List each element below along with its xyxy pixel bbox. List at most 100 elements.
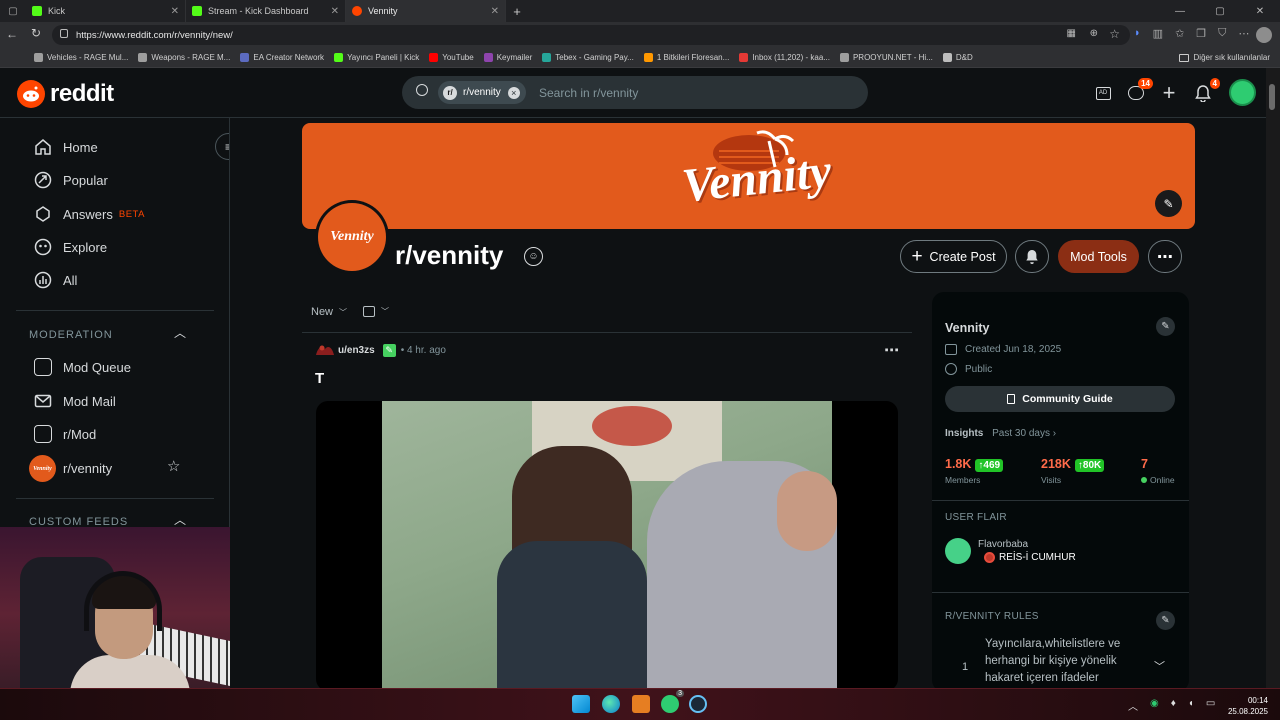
- bookmark-item[interactable]: Yayıncı Paneli | Kick: [334, 53, 419, 62]
- bookmark-item[interactable]: PROOYUN.NET - Hi...: [839, 53, 933, 62]
- mod-tools-label: Mod Tools: [1070, 249, 1127, 264]
- refresh-icon[interactable]: ↻: [31, 26, 41, 40]
- edit-rules-button[interactable]: ✎: [1156, 611, 1175, 630]
- moderation-section-title[interactable]: MODERATION: [29, 329, 113, 341]
- favorite-star-icon[interactable]: ☆: [167, 457, 180, 475]
- post-card[interactable]: u/en3zs ✎ • 4 hr. ago ⋯ T: [302, 335, 912, 691]
- chat-icon[interactable]: 14: [1124, 78, 1153, 105]
- shield-icon[interactable]: ⛉: [1218, 27, 1226, 40]
- bookmark-item[interactable]: Tebex - Gaming Pay...: [542, 53, 634, 62]
- tab-kick-dashboard[interactable]: Stream - Kick Dashboard ✕: [186, 0, 346, 22]
- network-icon[interactable]: ▭: [1206, 698, 1215, 713]
- sidebar-item-popular[interactable]: Popular: [34, 171, 108, 189]
- minimize-icon[interactable]: —: [1160, 6, 1200, 17]
- insights-row[interactable]: Insights Past 30 days ›: [945, 428, 1056, 439]
- collapse-sidebar-button[interactable]: ≡: [215, 133, 229, 160]
- search-placeholder[interactable]: Search in r/vennity: [539, 86, 638, 100]
- reddit-logo[interactable]: reddit: [17, 80, 114, 108]
- tray-app-icon[interactable]: ◉: [1150, 698, 1159, 713]
- author-name[interactable]: u/en3zs: [338, 345, 375, 356]
- favorite-star-icon[interactable]: ☆: [1109, 27, 1120, 41]
- sidebar-item-label: Answers: [63, 206, 113, 222]
- extension-icon[interactable]: ◗: [1134, 27, 1141, 40]
- advertise-icon[interactable]: AD: [1091, 81, 1115, 105]
- back-icon[interactable]: ←: [6, 27, 18, 41]
- bookmark-item[interactable]: Inbox (11,202) - kaa...: [739, 53, 830, 62]
- collections-icon[interactable]: ❐: [1196, 27, 1206, 40]
- volume-icon[interactable]: ◖: [1188, 698, 1194, 713]
- post-video-player[interactable]: [316, 401, 898, 691]
- tab-kick[interactable]: Kick ✕: [26, 0, 186, 22]
- bookmark-item[interactable]: EA Creator Network: [240, 53, 324, 62]
- tab-vennity[interactable]: Vennity ✕: [346, 0, 506, 22]
- close-tab-icon[interactable]: ✕: [171, 6, 179, 17]
- author-avatar[interactable]: [315, 343, 334, 357]
- chevron-up-icon[interactable]: ︿: [174, 324, 186, 341]
- page-scrollbar[interactable]: [1266, 68, 1280, 688]
- close-tab-icon[interactable]: ✕: [491, 6, 499, 17]
- tray-chevron-up-icon[interactable]: ︿: [1128, 698, 1138, 713]
- add-flair-icon[interactable]: ☺: [524, 247, 543, 266]
- post-title[interactable]: T: [315, 370, 324, 387]
- other-bookmarks[interactable]: Diğer sık kullanılanlar: [1178, 53, 1270, 62]
- flair-avatar[interactable]: [945, 538, 971, 564]
- bookmark-item[interactable]: 1 Bitkileri Floresan...: [643, 53, 729, 62]
- bookmark-label: Inbox (11,202) - kaa...: [752, 53, 830, 62]
- mod-tools-button[interactable]: Mod Tools: [1058, 240, 1139, 273]
- post-overflow-icon[interactable]: ⋯: [884, 341, 899, 359]
- sidebar-item-mod-queue[interactable]: Mod Queue: [34, 358, 131, 376]
- rule-item[interactable]: 1 Yayıncılara,whitelistlere ve herhangi …: [932, 632, 1189, 692]
- bookmark-item[interactable]: Weapons - RAGE M...: [138, 53, 230, 62]
- edit-banner-button[interactable]: ✎: [1155, 190, 1182, 217]
- sidebar-item-answers[interactable]: Answers BETA: [34, 205, 145, 223]
- bookmark-item[interactable]: Vehicles - RAGE Mul...: [34, 53, 128, 62]
- close-window-icon[interactable]: ✕: [1240, 6, 1280, 17]
- notification-bell-icon[interactable]: 4: [1191, 78, 1220, 105]
- new-tab-button[interactable]: +: [506, 4, 528, 19]
- bookmark-item[interactable]: Keymailer: [483, 53, 532, 62]
- sidebar-item-all[interactable]: All: [34, 271, 77, 289]
- edge-browser-icon[interactable]: [602, 695, 620, 713]
- create-post-button[interactable]: + Create Post: [900, 240, 1007, 273]
- sidebar-item-explore[interactable]: Explore: [34, 238, 107, 256]
- sidebar-item-r-mod[interactable]: r/Mod: [34, 425, 96, 443]
- apps-icon[interactable]: ▦: [1067, 28, 1076, 39]
- user-avatar[interactable]: [1229, 79, 1256, 106]
- clock[interactable]: 00:14 25.08.2025: [1224, 695, 1268, 717]
- split-screen-icon[interactable]: ▥: [1153, 27, 1163, 40]
- members-stat: 1.8K ↑469 Members: [945, 455, 1004, 485]
- community-guide-button[interactable]: Community Guide: [945, 386, 1175, 412]
- community-avatar[interactable]: Vennity: [315, 200, 389, 274]
- scrollbar-thumb[interactable]: [1269, 84, 1275, 110]
- chevron-down-icon[interactable]: ﹀: [1154, 658, 1165, 674]
- sidebar-item-r-vennity[interactable]: Vennity r/vennity: [29, 455, 112, 482]
- bookmark-item[interactable]: YouTube: [429, 53, 474, 62]
- edit-about-button[interactable]: ✎: [1156, 317, 1175, 336]
- maximize-icon[interactable]: ▢: [1200, 6, 1240, 17]
- profile-avatar[interactable]: [1256, 27, 1272, 43]
- bookmark-item[interactable]: D&D: [942, 53, 973, 62]
- chevron-up-icon[interactable]: ︿: [174, 511, 186, 528]
- more-options-button[interactable]: ⋯: [1148, 240, 1182, 273]
- xbox-icon[interactable]: 3: [661, 690, 684, 713]
- more-icon[interactable]: ⋯: [1238, 27, 1249, 40]
- zoom-icon[interactable]: ⊕: [1090, 28, 1098, 39]
- sidebar-item-mod-mail[interactable]: Mod Mail: [34, 392, 116, 410]
- flair-tag[interactable]: REİS-İ CUMHUR: [984, 552, 1076, 563]
- sidebar-item-home[interactable]: Home: [34, 138, 98, 156]
- steam-icon[interactable]: [689, 695, 707, 713]
- sort-dropdown[interactable]: New ﹀: [311, 306, 347, 318]
- create-plus-icon[interactable]: +: [1157, 80, 1181, 105]
- app-icon[interactable]: [632, 695, 650, 713]
- notification-toggle-button[interactable]: [1015, 240, 1049, 273]
- clear-chip-icon[interactable]: ×: [507, 86, 520, 99]
- microphone-icon[interactable]: ♦: [1171, 698, 1176, 713]
- favorites-icon[interactable]: ✩: [1175, 27, 1184, 40]
- tab-actions-icon[interactable]: ▢: [0, 0, 26, 22]
- search-bar[interactable]: r/ r/vennity × Search in r/vennity: [402, 76, 868, 109]
- url-input[interactable]: https://www.reddit.com/r/vennity/new/ ☆ …: [52, 25, 1130, 45]
- community-search-chip[interactable]: r/ r/vennity ×: [438, 81, 526, 104]
- start-menu-icon[interactable]: [572, 695, 590, 713]
- view-dropdown[interactable]: ﹀: [363, 306, 389, 317]
- close-tab-icon[interactable]: ✕: [331, 6, 339, 17]
